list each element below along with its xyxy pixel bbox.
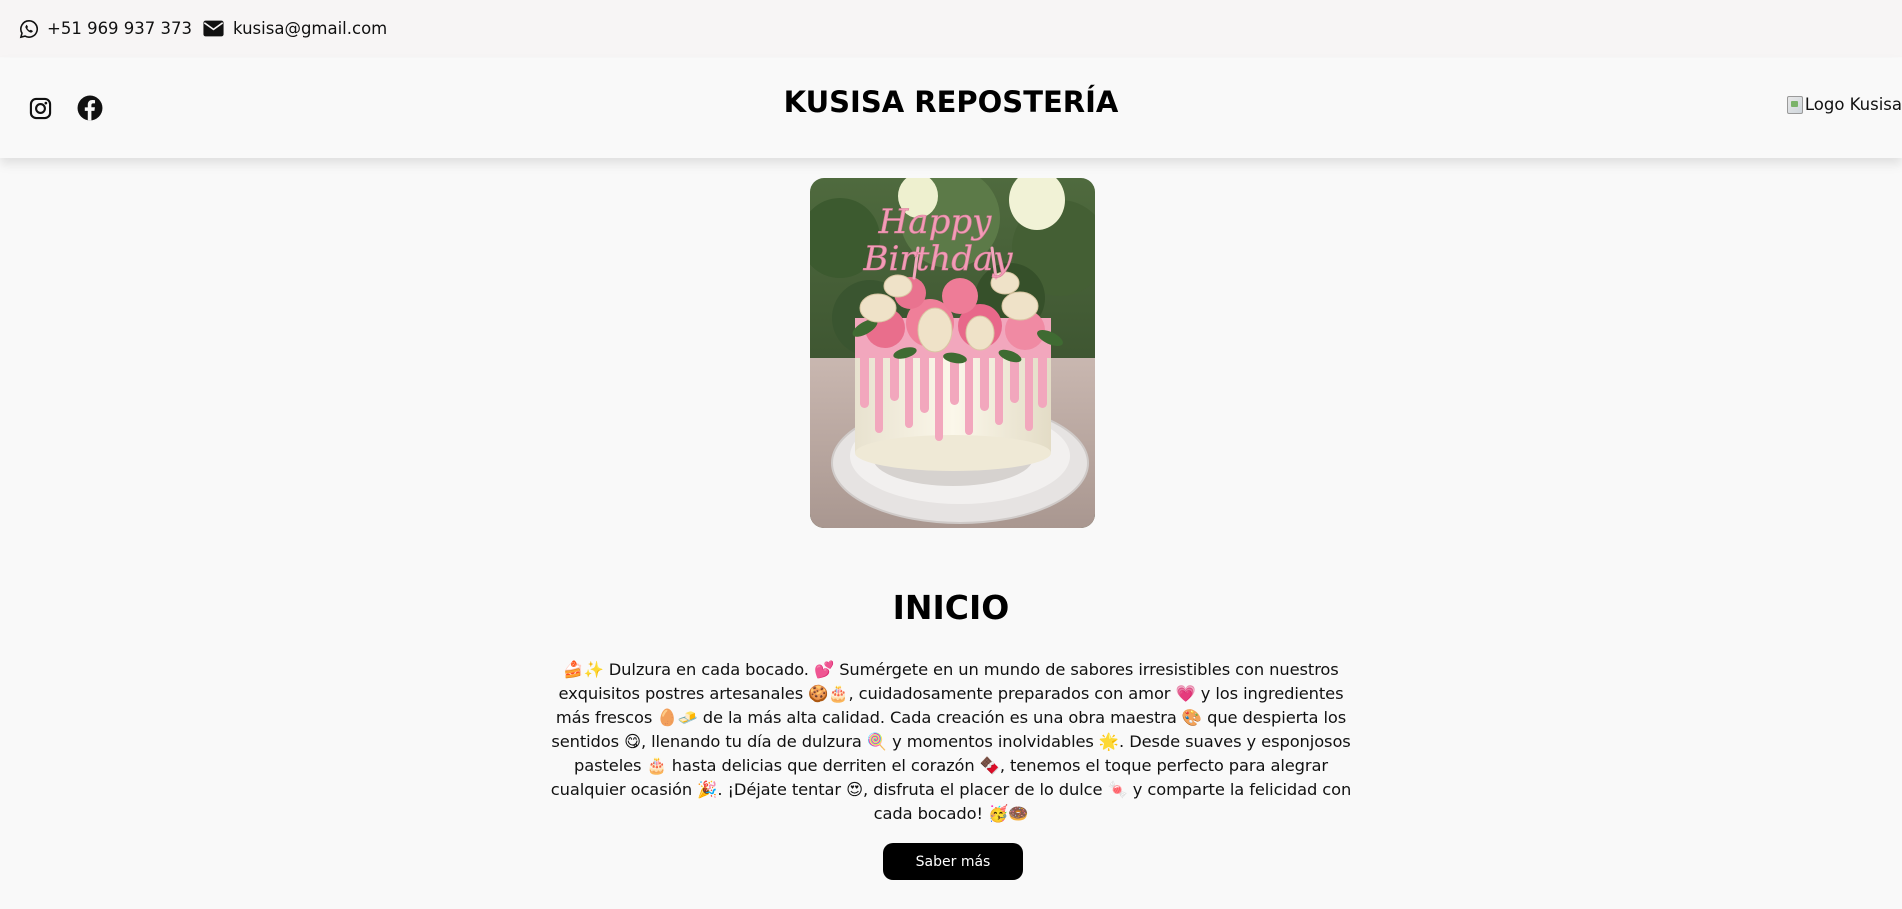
site-header: KUSISA REPOSTERÍA Logo Kusisa xyxy=(0,58,1902,158)
logo-alt-text: Logo Kusisa xyxy=(1804,95,1902,114)
saber-mas-button[interactable]: Saber más xyxy=(883,843,1023,880)
logo-image-broken[interactable]: Logo Kusisa xyxy=(1786,95,1902,114)
hero-cake-image: Happy Birthday xyxy=(810,178,1095,528)
contact-bar: +51 969 937 373 kusisa@gmail.com xyxy=(0,0,1902,57)
section-title: INICIO xyxy=(892,588,1010,627)
whatsapp-icon[interactable] xyxy=(19,19,39,39)
broken-image-icon xyxy=(1786,95,1803,114)
cake-topper-text-2: Birthday xyxy=(863,239,1014,279)
phone-number[interactable]: +51 969 937 373 xyxy=(47,19,192,38)
envelope-icon[interactable] xyxy=(203,20,224,37)
cake-topper-text: Happy xyxy=(878,202,992,242)
section-description: 🍰✨ Dulzura en cada bocado. 💕 Sumérgete e… xyxy=(550,660,1352,823)
site-brand-title[interactable]: KUSISA REPOSTERÍA xyxy=(0,85,1902,119)
email-address[interactable]: kusisa@gmail.com xyxy=(233,19,387,38)
cake-illustration: Happy Birthday xyxy=(810,178,1095,528)
